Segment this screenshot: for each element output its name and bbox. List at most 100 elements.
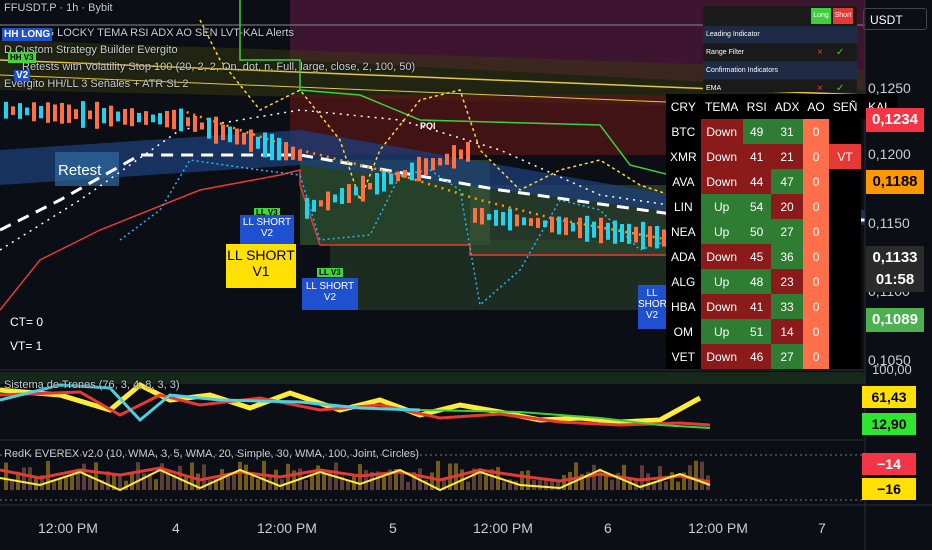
volume-bar	[646, 473, 650, 490]
candle	[326, 191, 330, 211]
screener-cell-adx: 23	[770, 269, 804, 294]
screener-cell-tema: Down	[700, 144, 743, 169]
candle	[102, 108, 106, 124]
candle	[256, 136, 260, 149]
candle	[564, 217, 568, 236]
candle	[585, 215, 589, 242]
sub1-title[interactable]: Sistema de Trenes (76, 3, 4, 8, 3, 3)	[4, 379, 179, 391]
candle	[592, 221, 596, 238]
screener-cell-rsi: 50	[742, 219, 771, 244]
volume-bar	[694, 460, 698, 490]
candle	[193, 115, 197, 132]
candle	[382, 171, 386, 192]
candle	[529, 218, 533, 226]
v1-text: V1	[252, 263, 270, 279]
indicator-legend-4[interactable]: Evergito HH/LL 3 Señales + ATR SL 2	[4, 78, 189, 90]
ll-short-v2-label-3: LL SHORT V2	[638, 285, 666, 329]
currency-selector[interactable]: USDT	[863, 8, 927, 30]
volume-bar	[670, 472, 674, 490]
screener-cell-adx: 33	[770, 294, 804, 319]
symbol-title[interactable]: FFUSDT.P · 1h · Bybit	[4, 2, 113, 14]
candle	[340, 187, 344, 205]
screener-cell-rsi: 48	[742, 269, 771, 294]
candle	[221, 124, 225, 141]
panel-row-label: EMA	[706, 85, 722, 92]
screener-cell-adx: 47	[770, 169, 804, 194]
candle	[81, 101, 85, 128]
screener-cell-tema: Up	[700, 219, 743, 244]
volume-bar	[514, 480, 518, 490]
sub2-title[interactable]: RedK EVEREX v2.0 (10, WMA, 3, 5, WMA, 20…	[4, 448, 419, 460]
candle	[536, 217, 540, 228]
ll-short-v1-label: LL SHORT V1	[226, 244, 296, 288]
screener-cell-ao: 0	[803, 119, 829, 144]
retest-label: Retest	[58, 162, 102, 179]
candle	[396, 171, 400, 182]
candle	[95, 101, 99, 129]
short-button[interactable]: Short	[833, 8, 853, 24]
candle	[88, 110, 92, 120]
volume-bar	[406, 481, 410, 490]
screener-cell-rsi: 41	[742, 294, 771, 319]
sub2-value-red: −14	[862, 453, 916, 475]
time-label: 5	[389, 520, 397, 536]
volume-bar	[142, 473, 146, 490]
screener-cell-sen	[828, 344, 862, 369]
volume-bar	[244, 464, 248, 490]
candle	[452, 145, 456, 169]
candle	[284, 142, 288, 161]
volume-bar	[64, 476, 68, 490]
v2-label: V2	[14, 70, 31, 81]
screener-cell-ao: 0	[803, 344, 829, 369]
screener-cell-cry: HBA	[666, 294, 701, 319]
screener-row: OM Up 51 14 0	[666, 319, 897, 344]
volume-bar	[130, 471, 134, 490]
indicator-legend-3[interactable]: Retests with Volatility Stop 100 (20, 2,…	[22, 61, 415, 73]
volume-bar	[700, 461, 704, 490]
screener-cell-rsi: 54	[742, 194, 771, 219]
sub2-value-yellow: −16	[862, 478, 916, 500]
volume-bar	[466, 481, 470, 490]
candle	[389, 173, 393, 185]
volume-bar	[436, 460, 440, 490]
candle	[130, 108, 134, 127]
screener-cell-sen: VT	[828, 144, 862, 169]
volume-bar	[28, 467, 32, 490]
candle	[158, 113, 162, 125]
candle	[18, 103, 22, 119]
screener-cell-sen	[828, 294, 862, 319]
screener-cell-adx: 36	[770, 244, 804, 269]
time-label: 12:00 PM	[38, 520, 98, 536]
volume-bar	[256, 479, 260, 490]
candle	[312, 199, 316, 212]
screener-cell-ao: 0	[803, 144, 829, 169]
volume-bar	[94, 462, 98, 490]
candle	[403, 170, 407, 178]
candle	[606, 222, 610, 240]
long-button[interactable]: Long	[811, 8, 831, 24]
volume-bar	[304, 480, 308, 490]
ll-short-text: LL SHORT	[227, 247, 295, 263]
candle	[578, 217, 582, 239]
candle	[508, 208, 512, 231]
screener-cell-adx: 27	[770, 344, 804, 369]
candle	[179, 108, 183, 132]
screener-row: ALG Up 48 23 0	[666, 269, 897, 294]
candle	[228, 126, 232, 143]
candle	[109, 105, 113, 127]
candle	[32, 102, 36, 122]
screener-row: HBA Down 41 33 0	[666, 294, 897, 319]
screener-row: ADA Down 45 36 0	[666, 244, 897, 269]
screener-cell-sen	[828, 319, 862, 344]
candle	[627, 223, 631, 244]
candle	[186, 117, 190, 127]
price-label-1: 0,1200	[868, 146, 911, 162]
candle	[487, 213, 491, 221]
time-label: 12:00 PM	[473, 520, 533, 536]
screener-cell-ao: 0	[803, 294, 829, 319]
strategy-panel-rows: Leading Indicator Range Filter × ✓ Confirm…	[703, 26, 857, 98]
volume-bar	[274, 469, 278, 490]
price-tag: 0,1133	[866, 246, 924, 270]
candle	[60, 102, 64, 124]
candle	[291, 146, 295, 160]
